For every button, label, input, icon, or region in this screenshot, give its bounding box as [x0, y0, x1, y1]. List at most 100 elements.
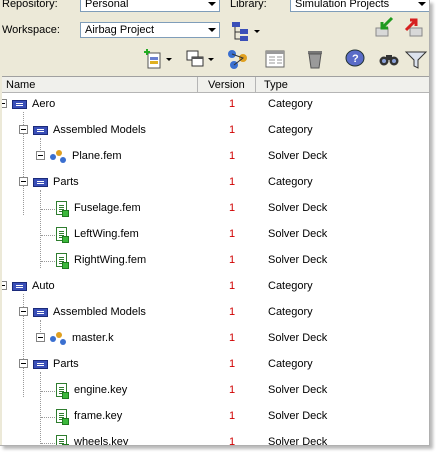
solver-deck-file-icon	[56, 383, 69, 399]
category-icon	[12, 100, 27, 109]
check-in-button[interactable]	[374, 16, 398, 38]
tree-connector	[41, 235, 55, 236]
repository-select[interactable]: Personal	[80, 0, 220, 12]
chevron-down-icon[interactable]	[205, 23, 219, 37]
column-header-version[interactable]: Version	[198, 77, 256, 93]
assembly-icon	[50, 150, 67, 164]
row-name: Parts	[53, 176, 79, 188]
tree-connector	[41, 209, 55, 210]
collapse-toggle[interactable]	[19, 359, 28, 368]
row-name: Fuselage.fem	[74, 202, 141, 214]
properties-panel-icon	[265, 50, 285, 68]
properties-button[interactable]	[264, 48, 288, 70]
category-icon	[33, 308, 48, 317]
table-row[interactable]: wheels.key 1 Solver Deck	[2, 430, 429, 445]
column-header-type[interactable]: Type	[256, 77, 429, 93]
row-type: Category	[268, 124, 313, 136]
svg-text:?: ?	[352, 53, 359, 65]
column-header-name[interactable]: Name	[2, 77, 198, 93]
row-version: 1	[229, 176, 236, 188]
table-row[interactable]: master.k 1 Solver Deck	[2, 326, 429, 352]
row-name: RightWing.fem	[74, 254, 147, 266]
solver-deck-file-icon	[56, 435, 69, 445]
row-name: frame.key	[74, 410, 123, 422]
category-icon	[33, 126, 48, 135]
library-browser-window: Repository: Personal Library: Simulation…	[0, 0, 430, 446]
help-bubble-icon: ?	[345, 49, 365, 67]
table-row[interactable]: Parts 1 Category	[2, 352, 429, 378]
copy-button[interactable]	[184, 48, 214, 70]
row-version: 1	[229, 410, 236, 422]
row-type: Category	[268, 306, 313, 318]
row-type: Solver Deck	[268, 332, 328, 344]
row-type: Solver Deck	[268, 410, 328, 422]
dependency-graph-icon	[228, 50, 247, 69]
table-row[interactable]: Assembled Models 1 Category	[2, 300, 429, 326]
table-row[interactable]: Auto 1 Category	[2, 274, 429, 300]
assembly-icon	[50, 332, 67, 346]
row-type: Category	[268, 280, 313, 292]
table-row[interactable]: Aero 1 Category	[2, 92, 429, 118]
solver-deck-file-icon	[56, 201, 69, 217]
funnel-filter-icon	[404, 51, 428, 69]
hierarchy-view-button[interactable]	[230, 20, 260, 42]
repository-value: Personal	[85, 0, 129, 10]
collapse-toggle[interactable]	[2, 99, 7, 108]
row-name: Parts	[53, 358, 79, 370]
new-file-icon	[144, 49, 161, 69]
trash-can-icon	[308, 51, 322, 69]
table-row[interactable]: engine.key 1 Solver Deck	[2, 378, 429, 404]
table-row[interactable]: Parts 1 Category	[2, 170, 429, 196]
library-tree-table[interactable]: Name Version Type Aero 1 Category Assemb…	[2, 76, 429, 445]
row-version: 1	[229, 280, 236, 292]
row-version: 1	[229, 150, 236, 162]
row-type: Category	[268, 176, 313, 188]
table-row[interactable]: Assembled Models 1 Category	[2, 118, 429, 144]
library-select[interactable]: Simulation Projects	[290, 0, 429, 12]
table-row[interactable]: RightWing.fem 1 Solver Deck	[2, 248, 429, 274]
row-name: wheels.key	[74, 436, 129, 445]
category-icon	[33, 360, 48, 369]
collapse-toggle[interactable]	[19, 177, 28, 186]
new-item-button[interactable]	[142, 48, 172, 70]
hierarchy-icon	[232, 22, 248, 41]
dependencies-button[interactable]	[226, 48, 250, 70]
category-icon	[33, 178, 48, 187]
collapse-toggle[interactable]	[19, 307, 28, 316]
help-button[interactable]: ?	[344, 48, 368, 70]
workspace-value: Airbag Project	[85, 24, 155, 36]
row-name: Assembled Models	[53, 306, 146, 318]
table-row[interactable]: Plane.fem 1 Solver Deck	[2, 144, 429, 170]
row-version: 1	[229, 384, 236, 396]
copy-windows-icon	[186, 50, 204, 67]
filter-button[interactable]	[404, 48, 428, 70]
binoculars-icon	[379, 55, 399, 66]
chevron-down-icon[interactable]	[205, 0, 219, 11]
row-version: 1	[229, 202, 236, 214]
solver-deck-file-icon	[56, 227, 69, 243]
row-name: engine.key	[74, 384, 128, 396]
row-type: Solver Deck	[268, 150, 328, 162]
row-name: Plane.fem	[72, 150, 122, 162]
expand-toggle[interactable]	[36, 333, 45, 342]
library-label: Library:	[230, 0, 267, 10]
check-out-button[interactable]	[402, 16, 426, 38]
tree-connector	[41, 261, 55, 262]
row-version: 1	[229, 124, 236, 136]
delete-button[interactable]	[304, 48, 328, 70]
table-row[interactable]: frame.key 1 Solver Deck	[2, 404, 429, 430]
tree-connector	[41, 417, 55, 418]
row-version: 1	[229, 228, 236, 240]
row-version: 1	[229, 98, 236, 110]
expand-toggle[interactable]	[36, 151, 45, 160]
library-value: Simulation Projects	[295, 0, 390, 10]
table-row[interactable]: LeftWing.fem 1 Solver Deck	[2, 222, 429, 248]
collapse-toggle[interactable]	[2, 281, 7, 290]
row-name: master.k	[72, 332, 114, 344]
workspace-select[interactable]: Airbag Project	[80, 22, 220, 38]
chevron-down-icon[interactable]	[415, 0, 429, 11]
green-arrow-down-left-icon	[375, 16, 394, 37]
collapse-toggle[interactable]	[19, 125, 28, 134]
table-row[interactable]: Fuselage.fem 1 Solver Deck	[2, 196, 429, 222]
search-button[interactable]	[378, 48, 402, 70]
